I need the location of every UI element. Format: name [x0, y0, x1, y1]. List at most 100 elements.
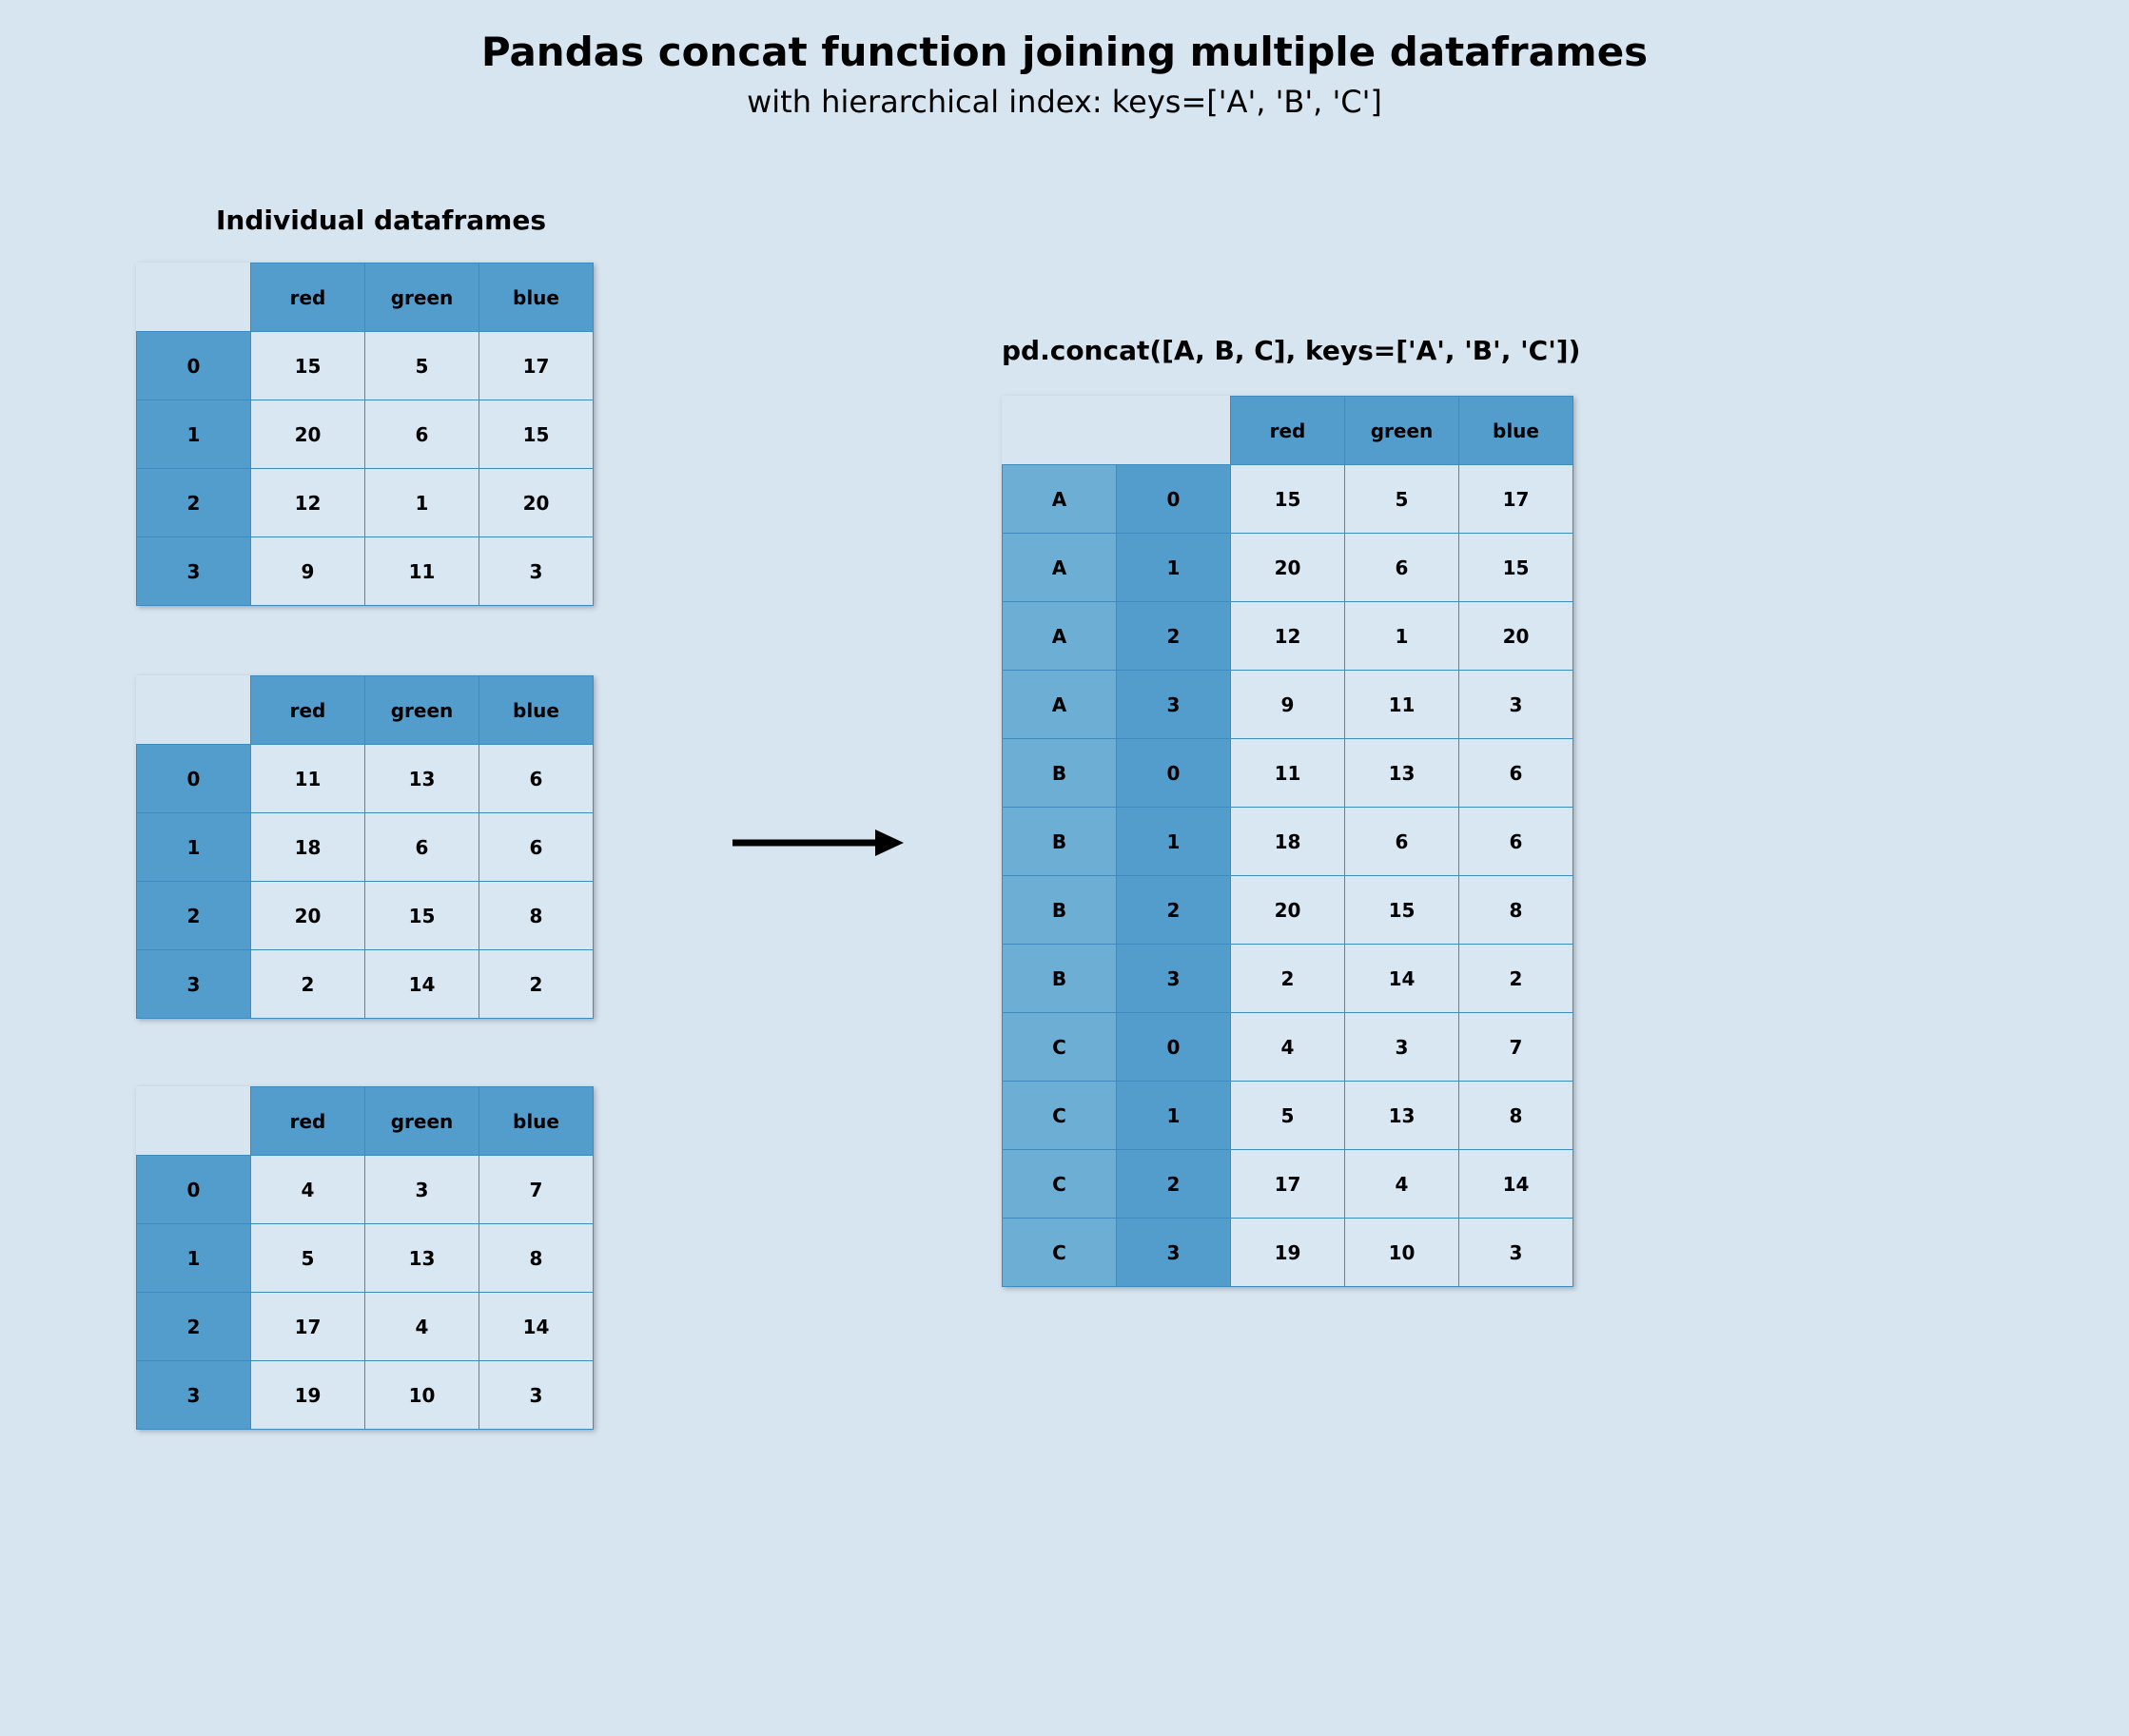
row-index: 3 — [137, 537, 251, 606]
page-subtitle: with hierarchical index: keys=['A', 'B',… — [0, 84, 2129, 120]
row-index: 3 — [1117, 1219, 1231, 1287]
row-key: B — [1003, 945, 1117, 1013]
row-key: B — [1003, 739, 1117, 808]
row-index: 3 — [137, 1361, 251, 1430]
row-key: A — [1003, 534, 1117, 602]
row-index: 2 — [1117, 876, 1231, 945]
table-row: A39113 — [1003, 671, 1573, 739]
cell: 19 — [251, 1361, 365, 1430]
col-header-red: red — [251, 263, 365, 332]
table-corner — [137, 676, 251, 745]
table-row: 1 18 6 6 — [137, 813, 594, 882]
cell: 3 — [1459, 671, 1573, 739]
table-corner — [1003, 397, 1117, 465]
col-header-green: green — [365, 1087, 479, 1156]
col-header-green: green — [365, 263, 479, 332]
cell: 6 — [365, 400, 479, 469]
col-header-green: green — [1345, 397, 1459, 465]
col-header-blue: blue — [1459, 397, 1573, 465]
row-index: 3 — [1117, 945, 1231, 1013]
cell: 15 — [1231, 465, 1345, 534]
col-header-blue: blue — [479, 263, 594, 332]
cell: 6 — [1345, 534, 1459, 602]
cell: 1 — [365, 469, 479, 537]
cell: 15 — [1345, 876, 1459, 945]
cell: 2 — [479, 950, 594, 1019]
row-key: C — [1003, 1082, 1117, 1150]
row-index: 1 — [1117, 1082, 1231, 1150]
table-row: B32142 — [1003, 945, 1573, 1013]
cell: 4 — [365, 1293, 479, 1361]
table-row: 2 20 15 8 — [137, 882, 594, 950]
table-header-row: red green blue — [137, 263, 594, 332]
table-row: 1 20 6 15 — [137, 400, 594, 469]
row-key: C — [1003, 1013, 1117, 1082]
table-row: 3 19 10 3 — [137, 1361, 594, 1430]
cell: 20 — [251, 882, 365, 950]
cell: 17 — [1459, 465, 1573, 534]
cell: 20 — [1231, 534, 1345, 602]
table-corner — [137, 263, 251, 332]
table-row: 0 4 3 7 — [137, 1156, 594, 1224]
dataframe-a: red green blue 0 15 5 17 1 20 6 15 2 12 … — [136, 263, 594, 606]
table-row: 3 2 14 2 — [137, 950, 594, 1019]
row-index: 3 — [137, 950, 251, 1019]
cell: 17 — [251, 1293, 365, 1361]
table-row: 3 9 11 3 — [137, 537, 594, 606]
row-index: 1 — [137, 813, 251, 882]
row-index: 1 — [137, 400, 251, 469]
cell: 13 — [1345, 1082, 1459, 1150]
row-index: 0 — [1117, 465, 1231, 534]
cell: 2 — [1231, 945, 1345, 1013]
cell: 3 — [1459, 1219, 1573, 1287]
row-key: A — [1003, 465, 1117, 534]
table-row: A212120 — [1003, 602, 1573, 671]
col-header-green: green — [365, 676, 479, 745]
table-header-row: red green blue — [137, 676, 594, 745]
table-row: C15138 — [1003, 1082, 1573, 1150]
dataframe-b: red green blue 0 11 13 6 1 18 6 6 2 20 1… — [136, 675, 594, 1019]
table-header-row: red green blue — [1003, 397, 1573, 465]
cell: 7 — [479, 1156, 594, 1224]
row-key: B — [1003, 808, 1117, 876]
table-row: 0 15 5 17 — [137, 332, 594, 400]
page-title: Pandas concat function joining multiple … — [0, 29, 2129, 75]
row-index: 2 — [1117, 1150, 1231, 1219]
cell: 2 — [1459, 945, 1573, 1013]
table-row: C0437 — [1003, 1013, 1573, 1082]
cell: 2 — [251, 950, 365, 1019]
cell: 13 — [365, 745, 479, 813]
cell: 10 — [365, 1361, 479, 1430]
left-section-label: Individual dataframes — [216, 205, 546, 236]
diagram-canvas: Pandas concat function joining multiple … — [0, 0, 2129, 1736]
cell: 7 — [1459, 1013, 1573, 1082]
row-index: 2 — [137, 469, 251, 537]
cell: 5 — [1231, 1082, 1345, 1150]
col-header-red: red — [251, 676, 365, 745]
cell: 6 — [365, 813, 479, 882]
cell: 8 — [1459, 1082, 1573, 1150]
cell: 6 — [479, 745, 594, 813]
row-index: 2 — [137, 882, 251, 950]
row-index: 1 — [1117, 808, 1231, 876]
cell: 8 — [479, 882, 594, 950]
table-row: 0 11 13 6 — [137, 745, 594, 813]
cell: 14 — [1459, 1150, 1573, 1219]
row-key: A — [1003, 602, 1117, 671]
cell: 5 — [365, 332, 479, 400]
cell: 12 — [251, 469, 365, 537]
cell: 6 — [1459, 808, 1573, 876]
row-index: 0 — [1117, 1013, 1231, 1082]
cell: 5 — [251, 1224, 365, 1293]
arrow-right-icon — [732, 824, 904, 862]
cell: 15 — [365, 882, 479, 950]
cell: 15 — [251, 332, 365, 400]
table-corner — [1117, 397, 1231, 465]
cell: 11 — [1231, 739, 1345, 808]
row-key: C — [1003, 1150, 1117, 1219]
right-section-label: pd.concat([A, B, C], keys=['A', 'B', 'C'… — [1002, 335, 1580, 366]
row-index: 2 — [1117, 602, 1231, 671]
cell: 6 — [1459, 739, 1573, 808]
row-index: 0 — [1117, 739, 1231, 808]
cell: 5 — [1345, 465, 1459, 534]
